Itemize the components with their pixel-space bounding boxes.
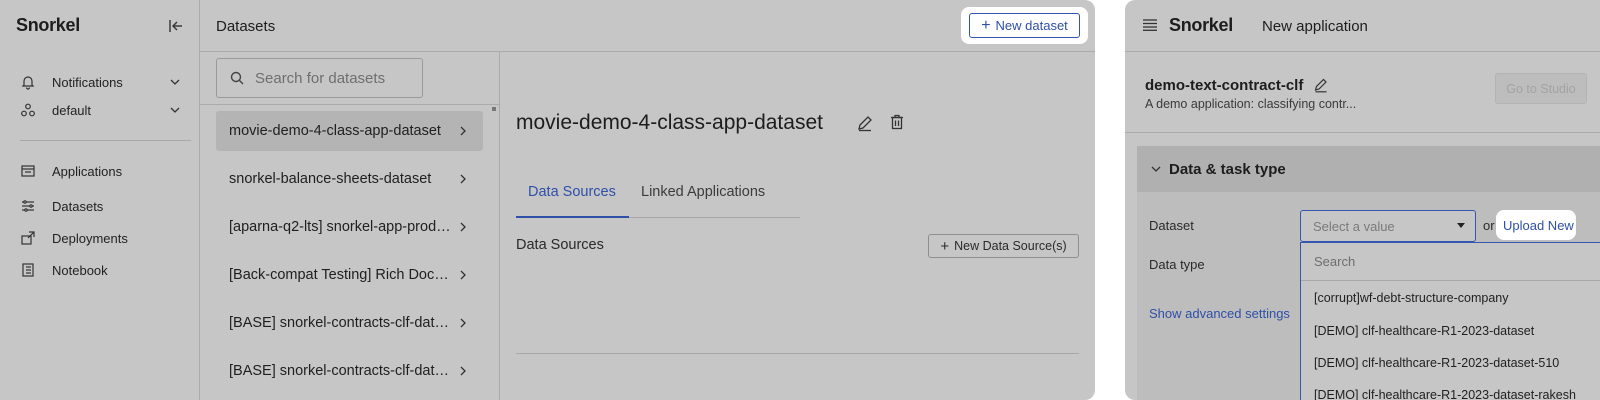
caret-down-icon: [1457, 223, 1465, 228]
new-data-source-label: New Data Source(s): [954, 239, 1067, 253]
chevron-right-icon: [460, 174, 466, 184]
chevron-down-icon: [1151, 166, 1161, 172]
show-advanced-settings-link[interactable]: Show advanced settings: [1149, 306, 1290, 321]
list-item[interactable]: [BASE] snorkel-contracts-clf-dataset: [216, 303, 483, 343]
dataset-name: movie-demo-4-class-app-dataset: [229, 123, 441, 139]
dataset-detail: movie-demo-4-class-app-dataset Data Sour…: [500, 52, 1095, 400]
chevron-right-icon: [460, 126, 466, 136]
dropdown-option[interactable]: [DEMO] clf-healthcare-R1-2023-dataset-ra…: [1314, 388, 1576, 400]
dataset-select[interactable]: Select a value: [1300, 210, 1476, 242]
upload-new-link[interactable]: Upload New: [1503, 218, 1574, 233]
dropdown-search-input[interactable]: Search: [1301, 243, 1600, 281]
chevron-right-icon: [460, 318, 466, 328]
page-title: Datasets: [216, 18, 276, 35]
application-description: A demo application: classifying contr...: [1145, 97, 1357, 111]
chevron-down-icon: [170, 107, 180, 113]
active-tab-indicator: [516, 216, 629, 218]
deployments-icon: [20, 230, 36, 246]
dataset-name: [Back-compat Testing] Rich Docs dataset: [229, 267, 455, 283]
dataset-dropdown-menu: Search [corrupt]wf-debt-structure-compan…: [1300, 242, 1600, 400]
chevron-down-icon: [170, 79, 180, 85]
dataset-name: [BASE] snorkel-contracts-clf-dataset: [229, 315, 455, 331]
sidebar-item-notifications[interactable]: Notifications: [20, 74, 180, 90]
screen: Snorkel Notifications default Applicatio…: [0, 0, 1600, 400]
sidebar-item-label: Notifications: [52, 74, 123, 90]
list-item[interactable]: [BASE] snorkel-contracts-clf-dataset-2: [216, 351, 483, 391]
tab-data-sources[interactable]: Data Sources: [528, 184, 616, 200]
sidebar-item-label: Deployments: [52, 230, 128, 246]
page-title: New application: [1262, 18, 1368, 35]
list-item[interactable]: movie-demo-4-class-app-dataset: [216, 111, 483, 151]
dropdown-option[interactable]: [corrupt]wf-debt-structure-company: [1314, 291, 1509, 305]
chevron-right-icon: [460, 222, 466, 232]
dataset-search-input[interactable]: Search for datasets: [216, 58, 423, 98]
sidebar: Snorkel Notifications default Applicatio…: [0, 0, 200, 400]
trash-icon[interactable]: [888, 113, 906, 131]
dataset-name: [BASE] snorkel-contracts-clf-dataset-2: [229, 363, 455, 379]
sidebar-item-workspace[interactable]: default: [20, 102, 180, 118]
plus-icon: +: [940, 237, 950, 255]
go-to-studio-button[interactable]: Go to Studio: [1495, 73, 1587, 104]
dataset-name: snorkel-balance-sheets-dataset: [229, 171, 432, 187]
scrollbar[interactable]: [492, 107, 496, 111]
dropdown-option[interactable]: [DEMO] clf-healthcare-R1-2023-dataset-51…: [1314, 356, 1559, 370]
list-item[interactable]: [Back-compat Testing] Rich Docs dataset: [216, 255, 483, 295]
sidebar-item-applications[interactable]: Applications: [20, 163, 122, 179]
chevron-right-icon: [460, 270, 466, 280]
applications-icon: [20, 163, 36, 179]
bell-icon: [20, 74, 36, 90]
panel-title: Data & task type: [1169, 161, 1286, 178]
search-icon: [230, 71, 244, 85]
sidebar-item-notebook[interactable]: Notebook: [20, 262, 108, 278]
search-placeholder: Search for datasets: [255, 69, 386, 87]
dropdown-option[interactable]: [DEMO] clf-healthcare-R1-2023-dataset: [1314, 324, 1534, 338]
list-item[interactable]: snorkel-balance-sheets-dataset: [216, 159, 483, 199]
new-application-window: Snorkel New application demo-text-contra…: [1125, 0, 1600, 400]
header-divider: [1125, 132, 1600, 133]
dataset-field-label: Dataset: [1149, 218, 1194, 233]
sidebar-divider: [20, 140, 191, 141]
sidebar-item-datasets[interactable]: Datasets: [20, 198, 103, 214]
detail-tabs: Data Sources Linked Applications: [516, 172, 800, 218]
data-type-field-label: Data type: [1149, 257, 1205, 272]
sidebar-item-label: default: [52, 102, 92, 118]
sidebar-item-label: Applications: [52, 163, 123, 179]
new-data-source-button[interactable]: + New Data Source(s): [928, 234, 1079, 258]
list-item[interactable]: [aparna-q2-lts] snorkel-app-production-d…: [216, 207, 483, 247]
sidebar-item-label: Datasets: [52, 198, 104, 214]
pencil-icon[interactable]: [1313, 77, 1329, 93]
notebook-icon: [20, 262, 36, 278]
section-divider: [516, 353, 1079, 354]
datasets-header: Datasets + New dataset: [200, 0, 1095, 52]
new-dataset-label: New dataset: [995, 18, 1068, 33]
chevron-right-icon: [460, 366, 466, 376]
or-text: or: [1483, 218, 1495, 233]
snorkel-logo: Snorkel: [16, 15, 80, 35]
sidebar-item-deployments[interactable]: Deployments: [20, 230, 128, 246]
datasets-icon: [20, 198, 36, 214]
dataset-list: Search for datasets movie-demo-4-class-a…: [200, 52, 500, 400]
plus-icon: +: [981, 16, 991, 34]
sidebar-item-label: Notebook: [52, 262, 108, 278]
panel-header[interactable]: Data & task type: [1137, 146, 1600, 192]
snorkel-logo: Snorkel: [1169, 15, 1233, 35]
menu-icon[interactable]: [1143, 19, 1157, 31]
datasets-window: Snorkel Notifications default Applicatio…: [0, 0, 1095, 400]
tab-linked-applications[interactable]: Linked Applications: [641, 184, 765, 200]
select-placeholder: Select a value: [1313, 218, 1395, 234]
new-dataset-button[interactable]: + New dataset: [969, 13, 1080, 38]
section-title: Data Sources: [516, 237, 604, 253]
app-header: Snorkel New application: [1125, 0, 1600, 52]
application-name: demo-text-contract-clf: [1145, 77, 1304, 94]
list-divider: [200, 104, 499, 105]
pencil-icon[interactable]: [856, 114, 874, 132]
dropdown-search-placeholder: Search: [1314, 254, 1356, 269]
dataset-title: movie-demo-4-class-app-dataset: [516, 111, 823, 134]
collapse-sidebar-icon[interactable]: [166, 16, 186, 36]
dataset-name: [aparna-q2-lts] snorkel-app-production-d…: [229, 219, 455, 235]
workspace-icon: [20, 102, 36, 118]
data-task-type-panel: Data & task type Dataset Select a value …: [1137, 146, 1600, 400]
